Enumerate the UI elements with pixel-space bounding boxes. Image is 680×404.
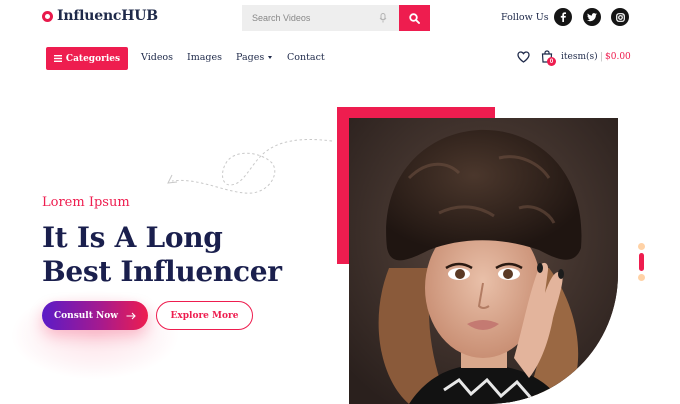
explore-more-button[interactable]: Explore More bbox=[156, 301, 253, 330]
brand-name: InfluencHUB bbox=[57, 8, 158, 24]
search-button[interactable] bbox=[399, 5, 430, 31]
arrow-right-icon bbox=[126, 312, 136, 319]
menu-icon bbox=[53, 55, 62, 62]
microphone-icon[interactable] bbox=[379, 13, 387, 23]
hero-influencer-photo bbox=[349, 118, 618, 404]
cart-count-badge: 0 bbox=[547, 57, 556, 66]
nav-link-images[interactable]: Images bbox=[187, 52, 222, 63]
hero-headline-line2: Best Influencer bbox=[42, 255, 282, 288]
search-bar bbox=[242, 5, 430, 31]
wishlist-heart-icon[interactable] bbox=[517, 51, 530, 63]
twitter-link[interactable] bbox=[583, 8, 601, 26]
slider-dot[interactable] bbox=[638, 274, 645, 281]
consult-now-label: Consult Now bbox=[53, 310, 118, 321]
search-input[interactable] bbox=[242, 5, 399, 31]
instagram-link[interactable] bbox=[611, 8, 629, 26]
brand-logo[interactable]: InfluencHUB bbox=[42, 8, 158, 24]
cart-items-label: itesm(s) bbox=[561, 52, 598, 62]
hero-headline: It Is A Long Best Influencer bbox=[42, 221, 282, 289]
follow-us-label: Follow Us bbox=[501, 12, 549, 23]
slider-dot[interactable] bbox=[638, 243, 645, 250]
cart-separator: | bbox=[600, 52, 604, 62]
hero-headline-line1: It Is A Long bbox=[42, 221, 223, 254]
slider-dot-active[interactable] bbox=[639, 253, 644, 271]
caret-down-icon bbox=[268, 56, 273, 59]
nav-link-pages[interactable]: Pages bbox=[236, 52, 273, 63]
search-icon bbox=[409, 12, 420, 24]
facebook-link[interactable] bbox=[554, 8, 572, 26]
categories-button[interactable]: Categories bbox=[46, 47, 128, 70]
facebook-icon bbox=[560, 12, 566, 22]
nav-link-pages-label: Pages bbox=[236, 52, 265, 63]
influencer-portrait-image bbox=[349, 118, 618, 404]
nav-link-videos[interactable]: Videos bbox=[141, 52, 173, 63]
twitter-icon bbox=[587, 12, 597, 21]
nav-link-contact[interactable]: Contact bbox=[287, 52, 325, 63]
consult-now-button[interactable]: Consult Now bbox=[42, 301, 148, 330]
hero-kicker: Lorem Ipsum bbox=[42, 195, 130, 210]
cart-total[interactable]: $0.00 bbox=[605, 52, 631, 62]
logo-icon bbox=[42, 10, 53, 22]
instagram-icon bbox=[615, 12, 625, 22]
dashed-arrow-decoration bbox=[167, 139, 333, 194]
categories-label: Categories bbox=[65, 53, 121, 64]
